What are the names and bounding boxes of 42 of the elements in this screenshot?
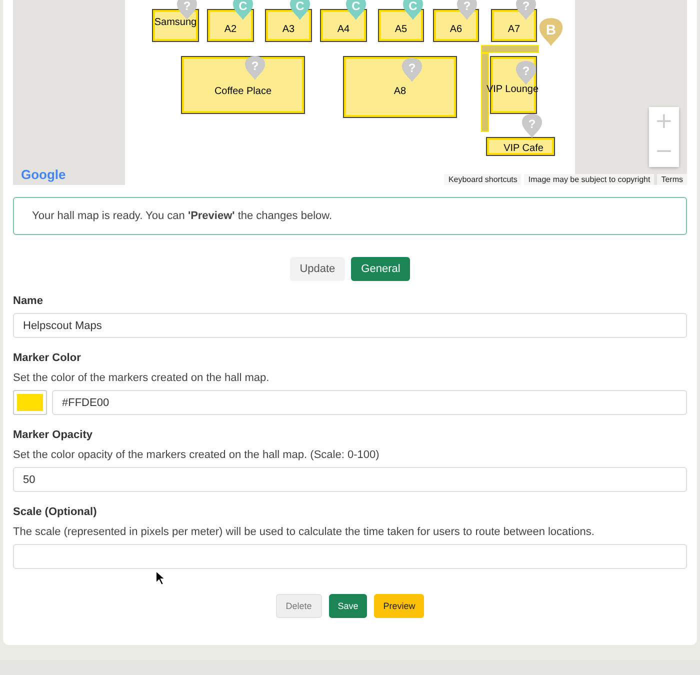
scale-field[interactable] bbox=[13, 544, 687, 569]
field-label: Scale (Optional) bbox=[13, 506, 98, 518]
booth[interactable]: A5 bbox=[379, 10, 423, 41]
attribution-link[interactable]: Image may be subject to copyright bbox=[524, 174, 654, 185]
color-swatch[interactable] bbox=[13, 390, 47, 415]
booth[interactable]: VIP Cafe bbox=[487, 138, 554, 155]
field-description: Set the color of the markers created on the hall map. bbox=[13, 372, 270, 384]
opacity-field[interactable]: 50 bbox=[13, 467, 687, 492]
attribution-link[interactable]: Keyboard shortcuts bbox=[444, 174, 522, 185]
booth[interactable]: A7 bbox=[492, 10, 536, 41]
booth[interactable]: A6 bbox=[434, 10, 478, 41]
booth[interactable]: A3 bbox=[266, 10, 311, 41]
booth-label: A8 bbox=[394, 86, 406, 96]
map-logo: Google bbox=[21, 167, 66, 182]
tab[interactable]: General bbox=[351, 257, 410, 281]
notice-message: Your hall map is ready. You can 'Preview' the changes below. bbox=[13, 197, 687, 235]
action-button[interactable]: Delete bbox=[276, 594, 322, 618]
field-label: Marker Color bbox=[13, 352, 82, 364]
name-field[interactable]: Helpscout Maps bbox=[13, 313, 687, 338]
booth-label: Samsung bbox=[154, 17, 197, 28]
booth[interactable]: Samsung bbox=[153, 10, 198, 41]
cursor-icon bbox=[155, 570, 166, 586]
booth[interactable]: A2 bbox=[208, 10, 253, 41]
attribution-link[interactable]: Terms bbox=[657, 174, 687, 185]
booth-label: VIP Cafe bbox=[504, 143, 544, 154]
booth-label: A5 bbox=[394, 24, 408, 35]
booth-label: A4 bbox=[337, 24, 350, 35]
corridor-wall bbox=[482, 46, 538, 52]
field-label: Name bbox=[13, 295, 44, 307]
action-button[interactable]: Save bbox=[328, 594, 368, 618]
color-field[interactable]: #FFDE00 bbox=[52, 390, 687, 415]
booth-label: A3 bbox=[282, 24, 295, 35]
field-label: Marker Opacity bbox=[13, 429, 94, 441]
action-button[interactable]: Preview bbox=[374, 594, 424, 618]
booth-label: A2 bbox=[224, 24, 237, 35]
tab[interactable]: Update bbox=[290, 257, 346, 281]
booth-label: A6 bbox=[450, 24, 462, 35]
booth[interactable]: A4 bbox=[321, 10, 366, 41]
field-description: The scale (represented in pixels per meter) will be used to calculate the time taken for users to route between locations. bbox=[13, 526, 596, 538]
field-description: Set the color opacity of the markers created on the hall map. (Scale: 0-100) bbox=[13, 449, 380, 461]
booth-label: A7 bbox=[508, 24, 520, 35]
booth-label: Coffee Place bbox=[214, 86, 272, 96]
